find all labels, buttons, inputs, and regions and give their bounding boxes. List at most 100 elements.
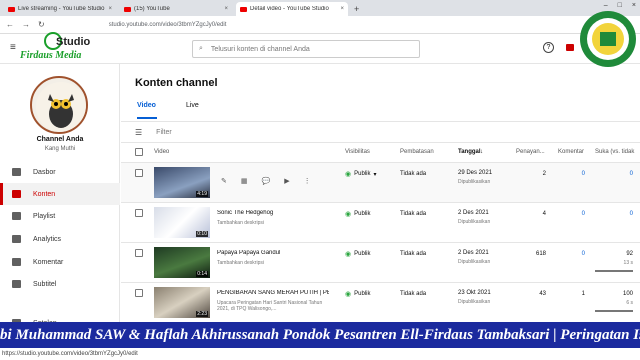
date-value: 29 Des 2021 bbox=[458, 170, 493, 176]
tab-close-icon[interactable]: × bbox=[224, 6, 228, 12]
video-description: Upacara Peringatan Hari Santri Nasional … bbox=[217, 300, 323, 312]
row-checkbox[interactable] bbox=[135, 249, 143, 257]
select-all-checkbox[interactable] bbox=[135, 148, 143, 156]
browser-tab-live-streaming[interactable]: Live streaming - YouTube Studio × bbox=[4, 2, 116, 16]
likes-value[interactable]: 0 bbox=[609, 171, 633, 177]
table-row[interactable]: 0:10 Sonic The Hedgehog Tambahkan deskri… bbox=[121, 203, 640, 243]
content-icon bbox=[12, 190, 21, 198]
row-checkbox[interactable] bbox=[135, 169, 143, 177]
sidebar-item-label: Komentar bbox=[33, 258, 64, 266]
comments-value[interactable]: 1 bbox=[567, 291, 585, 297]
col-visibility: Visibilitas bbox=[345, 149, 370, 155]
sidebar-item-analytics[interactable]: Analytics bbox=[0, 228, 120, 250]
channel-name: Channel Anda bbox=[36, 136, 84, 143]
tab-close-icon[interactable]: × bbox=[108, 6, 112, 12]
help-icon[interactable]: ? bbox=[543, 42, 554, 53]
filter-bar[interactable]: ☰ Filter bbox=[121, 121, 640, 143]
comments-value[interactable]: 0 bbox=[567, 171, 585, 177]
browser-tab-youtube[interactable]: (15) YouTube × bbox=[120, 2, 232, 16]
row-checkbox[interactable] bbox=[135, 209, 143, 217]
filter-icon[interactable]: ☰ bbox=[135, 128, 142, 137]
likes-count: 13 s bbox=[623, 260, 633, 266]
likes-value[interactable]: 0 bbox=[609, 211, 633, 217]
views-value: 4 bbox=[542, 211, 546, 217]
col-views: Penayan... bbox=[516, 149, 545, 155]
tab-video[interactable]: Video bbox=[137, 102, 156, 109]
views-value: 2 bbox=[542, 171, 546, 177]
visibility-select[interactable]: ◉ Publik bbox=[345, 250, 370, 258]
visibility-select[interactable]: ◉ Publik bbox=[345, 290, 370, 298]
table-row[interactable]: 4:19 ✎ ▦ 💬 ▶ ⋮ ◉ Publik ▾ Tidak ada 29 D… bbox=[121, 163, 640, 203]
sort-arrow-icon[interactable]: ↓ bbox=[480, 149, 483, 155]
back-arrow-icon[interactable]: ← bbox=[6, 20, 14, 29]
date-status: Dipublikasikan bbox=[458, 259, 491, 265]
video-description: Tambahkan deskripsi bbox=[217, 220, 264, 226]
video-duration: 0:10 bbox=[196, 231, 208, 237]
tab-label: Detail video - YouTube Studio bbox=[250, 6, 329, 12]
video-thumbnail[interactable]: 2:23 bbox=[154, 287, 210, 318]
video-thumbnail[interactable]: 0:10 bbox=[154, 207, 210, 238]
tab-close-icon[interactable]: × bbox=[340, 6, 344, 12]
col-comments: Komentar bbox=[558, 149, 585, 155]
video-title[interactable]: Sonic The Hedgehog bbox=[217, 210, 329, 216]
row-actions: ✎ ▦ 💬 ▶ ⋮ bbox=[221, 177, 311, 185]
table-row[interactable]: 0:14 Papaya Papaya Gandul Tambahkan desk… bbox=[121, 243, 640, 283]
reload-icon[interactable]: ↻ bbox=[38, 20, 45, 29]
sidebar-item-label: Playlist bbox=[33, 212, 56, 220]
comments-value[interactable]: 0 bbox=[567, 251, 585, 257]
more-options-icon[interactable]: ⋮ bbox=[304, 177, 311, 185]
create-video-icon[interactable] bbox=[566, 44, 574, 51]
likes-value[interactable]: 100 bbox=[609, 291, 633, 297]
col-date[interactable]: Tanggal bbox=[458, 149, 481, 155]
eye-icon: ◉ bbox=[345, 211, 352, 218]
studio-logo[interactable]: Studio Firdaus Media bbox=[18, 30, 90, 64]
sidebar-item-label: Dasbor bbox=[33, 168, 56, 176]
browser-tab-bar: Live streaming - YouTube Studio × (15) Y… bbox=[0, 0, 640, 16]
sidebar-item-dasbor[interactable]: Dasbor bbox=[0, 161, 120, 183]
restriction-value: Tidak ada bbox=[400, 171, 427, 177]
likes-ratio-bar bbox=[595, 310, 633, 312]
content-tabs: Video Live bbox=[137, 102, 199, 109]
tab-live[interactable]: Live bbox=[186, 102, 199, 109]
hamburger-menu-icon[interactable]: ≡ bbox=[10, 42, 16, 53]
comments-value[interactable]: 0 bbox=[567, 211, 585, 217]
likes-value[interactable]: 92 bbox=[609, 251, 633, 257]
views-value: 43 bbox=[539, 291, 546, 297]
video-title[interactable]: Papaya Papaya Gandul bbox=[217, 250, 329, 256]
youtube-play-icon[interactable]: ▶ bbox=[284, 177, 289, 185]
comments-icon[interactable]: 💬 bbox=[262, 177, 271, 185]
page-title: Konten channel bbox=[135, 77, 218, 89]
sidebar: Channel Anda Kang Muthi Dasbor Konten Pl… bbox=[0, 64, 120, 360]
visibility-select[interactable]: ◉ Publik bbox=[345, 210, 370, 218]
url-field[interactable]: studio.youtube.com/video/3tbmYZgcJy0/edi… bbox=[109, 22, 227, 28]
video-duration: 4:19 bbox=[196, 191, 208, 197]
row-checkbox[interactable] bbox=[135, 289, 143, 297]
video-title[interactable]: PENGIBARAN SANG MERAH PUTIH | PE... bbox=[217, 290, 329, 296]
video-thumbnail[interactable]: 0:14 bbox=[154, 247, 210, 278]
date-status: Dipublikasikan bbox=[458, 299, 491, 305]
table-header: Video Visibilitas Pembatasan Tanggal ↓ P… bbox=[121, 143, 640, 163]
youtube-studio-favicon-icon bbox=[240, 6, 247, 12]
forward-arrow-icon[interactable]: → bbox=[22, 20, 30, 29]
analytics-icon bbox=[12, 235, 21, 243]
visibility-value: Publik bbox=[354, 251, 371, 257]
visibility-select[interactable]: ◉ Publik ▾ bbox=[345, 170, 376, 178]
tab-label: (15) YouTube bbox=[134, 6, 170, 12]
new-tab-button[interactable]: + bbox=[354, 2, 359, 16]
analytics-icon[interactable]: ▦ bbox=[241, 177, 248, 185]
sidebar-item-playlist[interactable]: Playlist bbox=[0, 205, 120, 227]
visibility-value: Publik bbox=[354, 211, 371, 217]
browser-tab-detail-video[interactable]: Detail video - YouTube Studio × bbox=[236, 2, 348, 16]
edit-icon[interactable]: ✎ bbox=[221, 177, 227, 185]
chevron-down-icon: ▾ bbox=[373, 171, 377, 178]
pesantren-emblem-icon bbox=[580, 11, 636, 67]
sidebar-item-komentar[interactable]: Komentar bbox=[0, 251, 120, 273]
channel-avatar[interactable] bbox=[30, 76, 88, 134]
search-input[interactable]: ⌕ Telusuri konten di channel Anda bbox=[192, 40, 420, 58]
sidebar-item-subtitel[interactable]: Subtitel bbox=[0, 273, 120, 295]
table-row[interactable]: 2:23 PENGIBARAN SANG MERAH PUTIH | PE...… bbox=[121, 283, 640, 323]
video-thumbnail[interactable]: 4:19 bbox=[154, 167, 210, 198]
news-ticker: bi Muhammad SAW & Haflah Akhirussanah Po… bbox=[0, 322, 640, 348]
filter-input[interactable]: Filter bbox=[156, 129, 172, 136]
sidebar-item-konten[interactable]: Konten bbox=[0, 183, 120, 205]
